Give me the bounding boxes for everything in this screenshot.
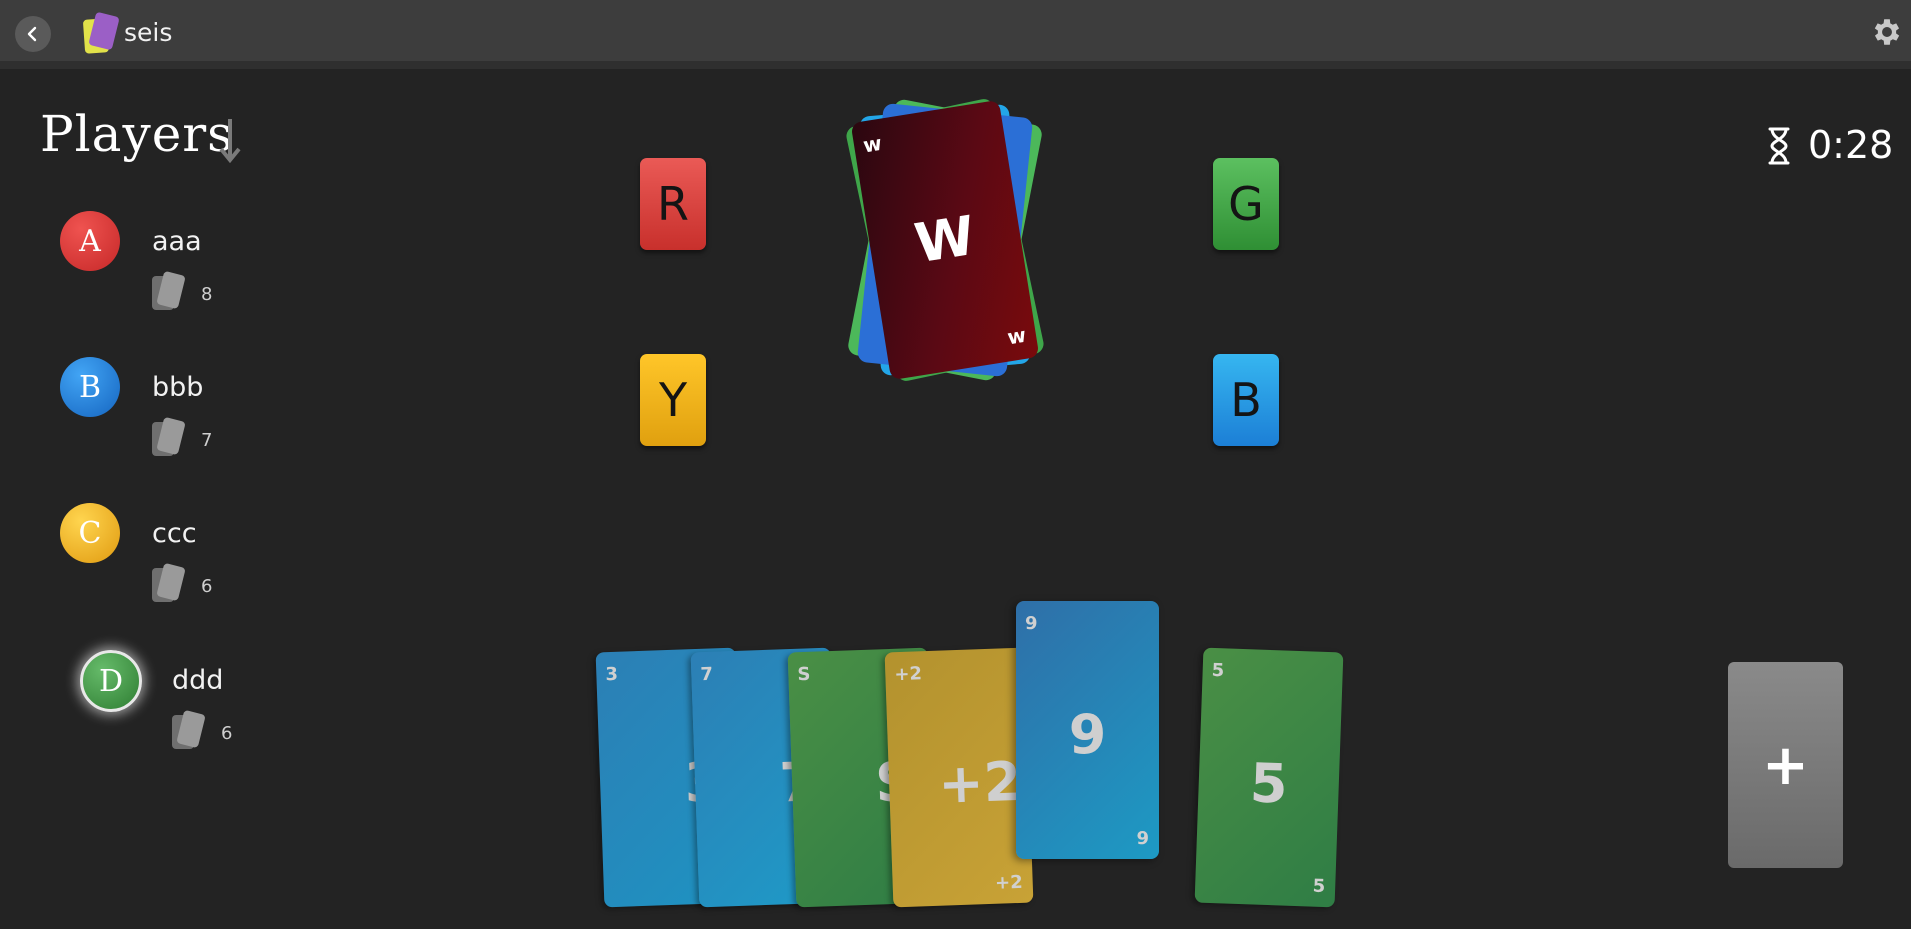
card-count: 7 bbox=[201, 430, 213, 451]
timer-value: 0:28 bbox=[1808, 123, 1894, 167]
turn-timer: 0:28 bbox=[1766, 123, 1906, 169]
arrow-down-icon[interactable] bbox=[218, 117, 242, 163]
top-bar: seis bbox=[0, 0, 1911, 69]
players-title: Players bbox=[40, 105, 234, 163]
draw-card-button[interactable]: + bbox=[1728, 662, 1843, 868]
hourglass-icon bbox=[1768, 127, 1790, 165]
card-center-value: +2 bbox=[937, 749, 1023, 816]
card-count: 6 bbox=[201, 576, 213, 597]
player-avatar: C bbox=[60, 503, 120, 563]
card-corner-top: w bbox=[861, 130, 884, 158]
player-name: ddd bbox=[172, 665, 224, 696]
card-corner-top: 7 bbox=[700, 663, 714, 686]
card-center-value: 5 bbox=[1248, 751, 1289, 816]
color-blue-button[interactable]: B bbox=[1213, 354, 1279, 446]
back-button[interactable] bbox=[15, 16, 51, 52]
app-title: seis bbox=[124, 18, 173, 47]
player-name: ccc bbox=[152, 518, 197, 549]
player-name: aaa bbox=[152, 226, 202, 257]
player-name: bbb bbox=[152, 372, 204, 403]
card-corner-bottom: +2 bbox=[994, 871, 1024, 894]
card-corner-top: 3 bbox=[605, 663, 619, 686]
card-count-icon bbox=[152, 563, 185, 602]
discard-pile: w W w bbox=[844, 97, 1050, 390]
color-yellow-button[interactable]: Y bbox=[640, 354, 706, 446]
gear-icon[interactable] bbox=[1870, 15, 1904, 49]
card-count: 8 bbox=[201, 284, 213, 305]
card-center-value: W bbox=[910, 203, 980, 276]
hand-card-9[interactable]: 9 9 9 bbox=[1016, 601, 1159, 859]
card-corner-top: S bbox=[797, 663, 811, 686]
card-corner-bottom: 9 bbox=[1136, 828, 1149, 849]
card-corner-top: 5 bbox=[1211, 659, 1225, 682]
player-avatar: A bbox=[60, 211, 120, 271]
card-corner-bottom: w bbox=[1005, 322, 1028, 350]
app-logo bbox=[83, 12, 119, 54]
hand-card-draw-two[interactable]: +2 +2 +2 bbox=[884, 647, 1034, 908]
card-count-icon bbox=[152, 271, 185, 310]
color-green-button[interactable]: G bbox=[1213, 158, 1279, 250]
player-avatar-active: D bbox=[80, 650, 142, 712]
card-count-icon bbox=[152, 417, 185, 456]
card-corner-bottom: 5 bbox=[1312, 875, 1326, 898]
hand-card-5[interactable]: 5 5 5 bbox=[1194, 647, 1344, 908]
card-corner-top: 9 bbox=[1025, 613, 1038, 634]
chevron-left-icon bbox=[27, 26, 37, 42]
player-avatar: B bbox=[60, 357, 120, 417]
card-corner-top: +2 bbox=[894, 663, 923, 686]
card-count-icon bbox=[172, 710, 205, 749]
card-center-value: 9 bbox=[1068, 703, 1107, 766]
color-red-button[interactable]: R bbox=[640, 158, 706, 250]
card-count: 6 bbox=[221, 723, 233, 744]
